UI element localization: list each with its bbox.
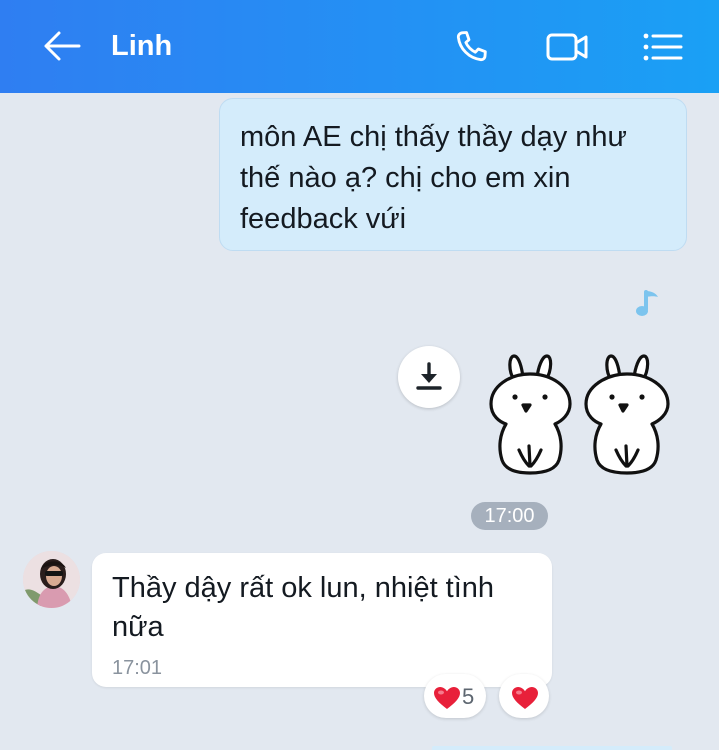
- rabbit-sticker-right: [584, 354, 670, 475]
- add-reaction-button[interactable]: [499, 674, 549, 718]
- heart-icon: [512, 687, 538, 709]
- avatar-image: [23, 551, 80, 608]
- chat-header: Linh: [0, 0, 719, 93]
- avatar[interactable]: [23, 551, 80, 608]
- arrow-left-icon[interactable]: [42, 28, 82, 64]
- message-timestamp: 17:01: [112, 657, 163, 679]
- phone-icon[interactable]: [451, 27, 491, 67]
- video-camera-icon[interactable]: [545, 30, 589, 64]
- outgoing-message-bubble[interactable]: môn AE chị thấy thầy dạy như thế nào ạ? …: [219, 98, 687, 251]
- reaction-count: 5: [462, 684, 475, 709]
- time-separator: 17:00: [471, 502, 548, 530]
- next-message-edge: [432, 746, 672, 750]
- rabbit-pair-sticker[interactable]: [484, 350, 674, 478]
- incoming-message-text: Thầy dậy rất ok lun, nhiệt tình nữa: [112, 572, 495, 643]
- list-menu-icon[interactable]: [641, 30, 683, 64]
- music-note-icon: [636, 290, 658, 316]
- download-icon: [416, 362, 442, 390]
- outgoing-message-text: môn AE chị thấy thầy dạy như thế nào ạ? …: [240, 121, 627, 235]
- reaction-badge[interactable]: 5: [424, 674, 486, 718]
- incoming-message-bubble[interactable]: Thầy dậy rất ok lun, nhiệt tình nữa 17:0…: [92, 553, 552, 687]
- heart-icon: [434, 687, 460, 709]
- download-button[interactable]: [398, 346, 460, 408]
- contact-name[interactable]: Linh: [111, 28, 172, 64]
- rabbit-sticker-left: [489, 354, 572, 475]
